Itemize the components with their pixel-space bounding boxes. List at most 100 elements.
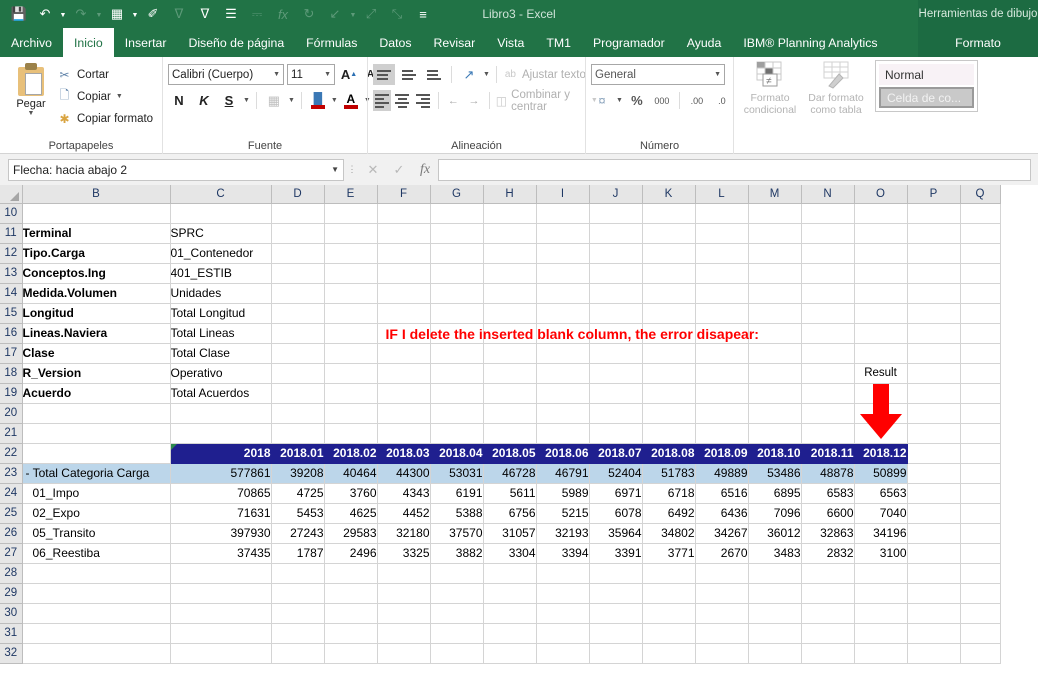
chevron-down-icon[interactable]: ▼ [320, 71, 331, 78]
cell-E25[interactable]: 4625 [324, 503, 378, 524]
cell-I25[interactable]: 5215 [536, 503, 590, 524]
cell-Q29[interactable] [960, 583, 1001, 604]
tab-inicio[interactable]: Inicio [63, 28, 114, 57]
row-header-18[interactable]: 18 [0, 363, 23, 384]
column-header-Q[interactable]: Q [960, 185, 1001, 204]
cell-N29[interactable] [801, 583, 855, 604]
chevron-down-icon[interactable]: ▼ [58, 2, 68, 26]
cell-I12[interactable] [536, 243, 590, 264]
cell-O26[interactable]: 34196 [854, 523, 908, 544]
cell-B15[interactable]: Longitud [22, 303, 171, 324]
orientation-button[interactable]: ↗ [458, 64, 480, 85]
column-header-J[interactable]: J [589, 185, 643, 204]
cell-B20[interactable] [22, 403, 171, 424]
cell-O28[interactable] [854, 563, 908, 584]
undo-icon[interactable]: ↶ [32, 2, 58, 26]
font-name-combo[interactable]: Calibri (Cuerpo) ▼ [168, 64, 284, 85]
cell-F18[interactable] [377, 363, 431, 384]
tab-ayuda[interactable]: Ayuda [676, 28, 733, 57]
cell-I18[interactable] [536, 363, 590, 384]
formula-input[interactable] [438, 158, 1031, 181]
cell-F27[interactable]: 3325 [377, 543, 431, 564]
cell-G19[interactable] [430, 383, 484, 404]
select-all-corner[interactable] [0, 185, 23, 204]
cell-Q30[interactable] [960, 603, 1001, 624]
cell-E17[interactable] [324, 343, 378, 364]
cell-E29[interactable] [324, 583, 378, 604]
cell-F20[interactable] [377, 403, 431, 424]
cell-J32[interactable] [589, 643, 643, 664]
cell-C14[interactable]: Unidades [170, 283, 272, 304]
row-header-20[interactable]: 20 [0, 403, 23, 424]
cell-F17[interactable] [377, 343, 431, 364]
cell-O13[interactable] [854, 263, 908, 284]
cell-M27[interactable]: 3483 [748, 543, 802, 564]
cell-C19[interactable]: Total Acuerdos [170, 383, 272, 404]
cell-O32[interactable] [854, 643, 908, 664]
cell-L26[interactable]: 34267 [695, 523, 749, 544]
cell-Q23[interactable] [960, 463, 1001, 484]
cell-G30[interactable] [430, 603, 484, 624]
fill-color-button[interactable]: █ [308, 90, 328, 111]
cell-O21[interactable] [854, 423, 908, 444]
cell-L20[interactable] [695, 403, 749, 424]
chevron-down-icon[interactable]: ▼ [616, 97, 623, 104]
cell-K20[interactable] [642, 403, 696, 424]
cell-J31[interactable] [589, 623, 643, 644]
cell-B29[interactable] [22, 583, 171, 604]
cell-G12[interactable] [430, 243, 484, 264]
cell-M13[interactable] [748, 263, 802, 284]
cell-D23[interactable]: 39208 [271, 463, 325, 484]
row-header-11[interactable]: 11 [0, 223, 23, 244]
cell-O23[interactable]: 50899 [854, 463, 908, 484]
cell-D22[interactable]: 2018.01 [271, 443, 325, 464]
cell-O24[interactable]: 6563 [854, 483, 908, 504]
cell-F15[interactable] [377, 303, 431, 324]
cell-J15[interactable] [589, 303, 643, 324]
cell-F13[interactable] [377, 263, 431, 284]
align-left-button[interactable] [373, 90, 391, 111]
font-size-combo[interactable]: 11 ▼ [287, 64, 335, 85]
cell-P26[interactable] [907, 523, 961, 544]
cell-C10[interactable] [170, 203, 272, 224]
cell-H24[interactable]: 5611 [483, 483, 537, 504]
cell-E26[interactable]: 29583 [324, 523, 378, 544]
cell-N32[interactable] [801, 643, 855, 664]
percent-format-button[interactable]: % [626, 90, 648, 111]
cell-E24[interactable]: 3760 [324, 483, 378, 504]
cell-J29[interactable] [589, 583, 643, 604]
cell-D25[interactable]: 5453 [271, 503, 325, 524]
row-header-26[interactable]: 26 [0, 523, 23, 544]
cell-G13[interactable] [430, 263, 484, 284]
cell-C20[interactable] [170, 403, 272, 424]
cell-N31[interactable] [801, 623, 855, 644]
cell-M30[interactable] [748, 603, 802, 624]
cell-H23[interactable]: 46728 [483, 463, 537, 484]
tab-datos[interactable]: Datos [368, 28, 422, 57]
cell-K29[interactable] [642, 583, 696, 604]
cell-O16[interactable] [854, 323, 908, 344]
cancel-entry-button[interactable]: ✕ [360, 159, 386, 181]
cell-L12[interactable] [695, 243, 749, 264]
cell-B26[interactable]: 05_Transito [22, 523, 171, 544]
collapse-icon[interactable]: ⤡ [384, 2, 410, 26]
cell-P20[interactable] [907, 403, 961, 424]
cell-H15[interactable] [483, 303, 537, 324]
row-header-32[interactable]: 32 [0, 643, 23, 664]
chevron-down-icon[interactable]: ▼ [269, 71, 280, 78]
cell-G32[interactable] [430, 643, 484, 664]
cell-J12[interactable] [589, 243, 643, 264]
cell-P14[interactable] [907, 283, 961, 304]
cell-H26[interactable]: 31057 [483, 523, 537, 544]
cell-Q25[interactable] [960, 503, 1001, 524]
cell-M25[interactable]: 7096 [748, 503, 802, 524]
cell-I20[interactable] [536, 403, 590, 424]
cell-P25[interactable] [907, 503, 961, 524]
column-header-K[interactable]: K [642, 185, 696, 204]
cell-D19[interactable] [271, 383, 325, 404]
paste-button[interactable]: Pegar ▼ [5, 61, 57, 118]
cell-D16[interactable] [271, 323, 325, 344]
cell-C15[interactable]: Total Longitud [170, 303, 272, 324]
name-box[interactable]: Flecha: hacia abajo 2 ▼ [8, 158, 344, 181]
cell-D17[interactable] [271, 343, 325, 364]
